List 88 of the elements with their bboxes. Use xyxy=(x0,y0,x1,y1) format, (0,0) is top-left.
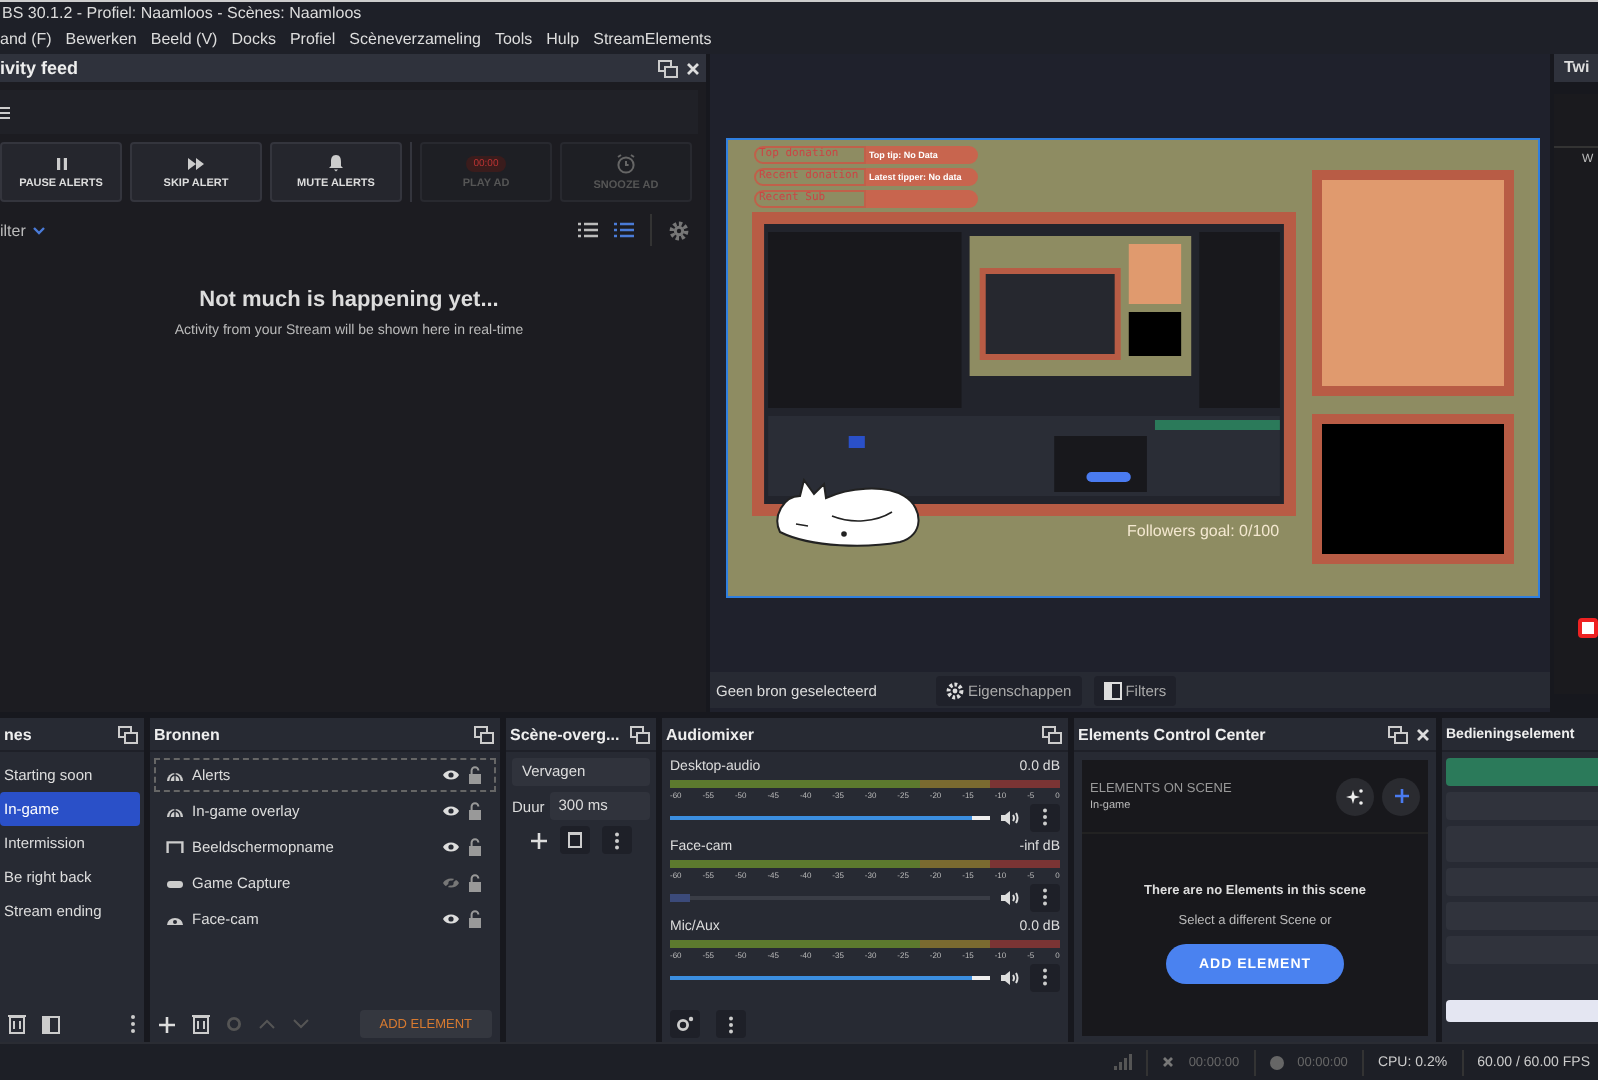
gear-icon xyxy=(946,681,964,700)
more-icon xyxy=(1042,808,1048,827)
menu-item[interactable]: Docks xyxy=(231,26,276,54)
speaker-icon[interactable] xyxy=(1000,889,1020,906)
globe-icon xyxy=(166,804,184,819)
stream-icon xyxy=(1162,1056,1175,1069)
more-icon xyxy=(614,831,620,850)
panel-icon[interactable] xyxy=(42,1015,60,1034)
more-button[interactable] xyxy=(716,1010,746,1039)
hidden-eye-icon[interactable] xyxy=(442,876,460,891)
more-icon xyxy=(1042,888,1048,907)
window-title: BS 30.1.2 - Profiel: Naamloos - Scènes: Naamloos xyxy=(2,4,362,22)
float-icon[interactable] xyxy=(658,59,678,77)
goal-text: Followers goal: 0/100 xyxy=(1127,521,1280,540)
more-button[interactable] xyxy=(1030,803,1060,832)
dock-title: ivity feed xyxy=(0,58,79,78)
filter-dropdown[interactable]: ilter xyxy=(0,221,46,239)
menu-item[interactable]: Scèneverzameling xyxy=(349,26,481,54)
settings-button[interactable] xyxy=(670,1010,700,1039)
panel-title: Elements Control Center xyxy=(1078,725,1266,744)
menu-item[interactable]: and (F) xyxy=(0,26,52,54)
volume-slider[interactable] xyxy=(670,815,990,820)
monitor-icon xyxy=(166,840,184,855)
panel-title: nes xyxy=(4,725,32,744)
float-icon[interactable] xyxy=(474,725,494,744)
close-icon[interactable] xyxy=(1416,727,1430,742)
empty-title: Not much is happening yet... xyxy=(199,288,499,312)
eye-icon[interactable] xyxy=(442,768,460,783)
more-icon xyxy=(728,1015,734,1034)
overlay-pill xyxy=(865,189,977,208)
menu-icon[interactable] xyxy=(0,105,10,119)
more-button[interactable] xyxy=(602,826,632,855)
add-icon xyxy=(1393,788,1409,805)
alarm-clock-icon xyxy=(616,153,636,173)
speaker-icon[interactable] xyxy=(1000,809,1020,826)
lock-icon[interactable] xyxy=(468,838,482,857)
sparkle-icon xyxy=(1346,787,1364,806)
eye-icon[interactable] xyxy=(442,912,460,927)
globe-icon xyxy=(166,768,184,783)
fast-forward-icon xyxy=(186,155,206,171)
panel-title: Audiomixer xyxy=(666,725,755,744)
menu-item[interactable]: Tools xyxy=(494,26,533,54)
more-button[interactable] xyxy=(1030,883,1060,912)
float-icon[interactable] xyxy=(1388,725,1408,744)
float-icon[interactable] xyxy=(1042,725,1062,744)
menu-item[interactable]: StreamElements xyxy=(593,26,712,54)
menu-item[interactable]: Hulp xyxy=(546,26,580,54)
list-icon[interactable] xyxy=(614,222,634,238)
more-button[interactable] xyxy=(1030,963,1060,992)
more-icon xyxy=(1042,968,1048,987)
more-icon[interactable] xyxy=(130,1014,136,1035)
camera-icon xyxy=(166,912,184,927)
signal-icon xyxy=(1114,1054,1133,1071)
delete-icon[interactable] xyxy=(192,1014,210,1035)
add-icon[interactable] xyxy=(158,1015,176,1034)
lock-icon[interactable] xyxy=(468,766,482,785)
gamepad-icon xyxy=(166,876,184,891)
menu-item[interactable]: Bewerken xyxy=(65,26,137,54)
eye-icon[interactable] xyxy=(442,840,460,855)
delete-button[interactable] xyxy=(560,826,590,855)
record-icon xyxy=(1269,1055,1284,1070)
lock-icon[interactable] xyxy=(468,802,482,821)
menu-item[interactable]: Profiel xyxy=(289,26,336,54)
float-icon[interactable] xyxy=(630,725,650,744)
speaker-icon[interactable] xyxy=(1000,969,1020,986)
close-icon[interactable] xyxy=(686,61,700,75)
eye-icon[interactable] xyxy=(442,804,460,819)
control-button[interactable] xyxy=(1446,1000,1598,1023)
compact-list-icon[interactable] xyxy=(578,222,598,238)
delete-icon[interactable] xyxy=(8,1014,26,1035)
bell-icon xyxy=(328,154,344,172)
chevron-down-icon xyxy=(31,225,46,235)
gear-icon xyxy=(676,1016,694,1033)
trash-icon xyxy=(568,832,582,849)
settings-icon[interactable] xyxy=(668,219,690,241)
lock-icon[interactable] xyxy=(468,874,482,893)
panel-title: Scène-overg... xyxy=(510,725,620,744)
record-icon[interactable] xyxy=(1578,618,1598,638)
pause-icon xyxy=(53,155,69,171)
menu-item[interactable]: Beeld (V) xyxy=(150,26,218,54)
add-button[interactable] xyxy=(1382,777,1420,816)
float-icon[interactable] xyxy=(118,725,138,744)
volume-slider[interactable] xyxy=(670,975,990,980)
sparkle-button[interactable] xyxy=(1336,777,1374,816)
lock-icon[interactable] xyxy=(468,910,482,929)
add-icon[interactable] xyxy=(530,831,548,850)
panel-title: Bronnen xyxy=(154,725,220,744)
panel-icon xyxy=(1103,681,1122,700)
